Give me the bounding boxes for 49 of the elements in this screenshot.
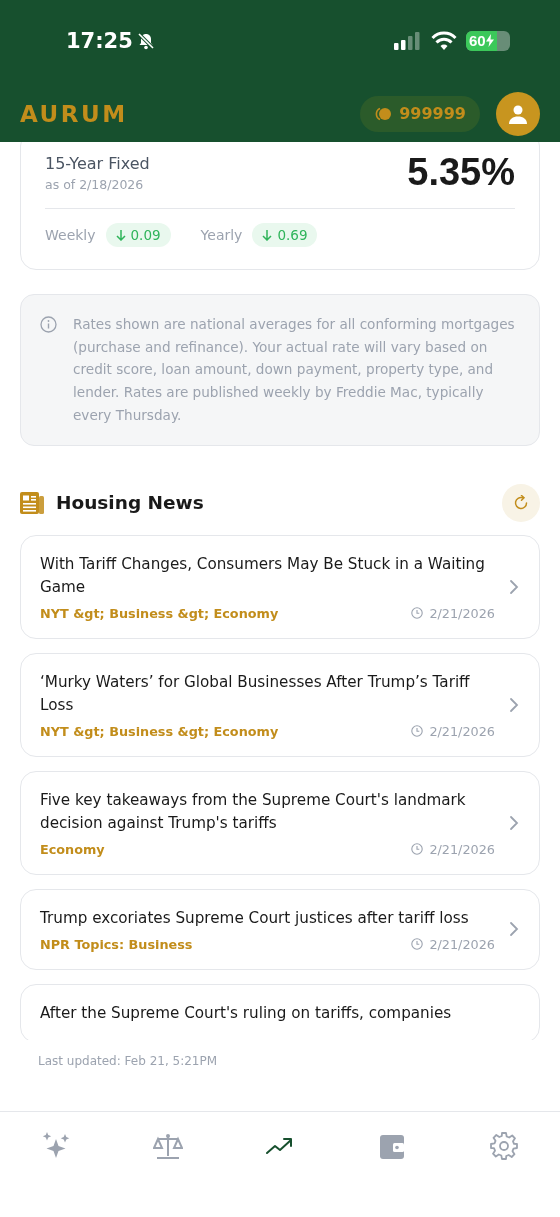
refresh-icon [513, 494, 529, 511]
change-badge: 0.69 [252, 223, 318, 247]
change-badge: 0.09 [105, 223, 171, 247]
clock-icon [411, 607, 424, 619]
change-label: Weekly [45, 227, 96, 243]
signal-icon [394, 31, 422, 50]
down-arrow-icon [115, 229, 126, 241]
section-title: Housing News [56, 492, 205, 513]
news-card[interactable]: Five key takeaways from the Supreme Court's landmark decision against Trump's tariffs Economy 2/21/2026 [20, 770, 540, 875]
news-date: 2/21/2026 [429, 723, 495, 739]
clock-icon [411, 843, 424, 855]
newspaper-icon [20, 491, 44, 514]
news-headline: With Tariff Changes, Consumers May Be Stuck in a Waiting Game [40, 553, 486, 598]
news-date: 2/21/2026 [429, 936, 495, 952]
clock-time: 17:25 [66, 28, 133, 53]
gear-icon [489, 1131, 519, 1161]
down-arrow-icon [262, 229, 273, 241]
news-headline: Trump excoriates Supreme Court justices after tariff loss [40, 907, 470, 929]
change-label: Yearly [200, 227, 243, 243]
news-headline: ‘Murky Waters’ for Global Businesses After Trump’s Tariff Loss [40, 671, 471, 716]
chevron-right-icon [509, 578, 519, 595]
info-text: Rates shown are national averages for all conforming mortgages (purchase and refinance). Your actual rate will vary based on credit score, loan amount, down payment, property type, and lender. Rates are published weekly by Freddie Mac, typically every Thursday. [73, 315, 516, 425]
news-date: 2/21/2026 [429, 605, 495, 621]
profile-button[interactable] [496, 91, 540, 136]
news-source: Economy [40, 841, 105, 857]
news-card[interactable]: Trump excoriates Supreme Court justices after tariff loss NPR Topics: Business 2/21/2026 [20, 888, 540, 970]
clock-icon [411, 725, 424, 737]
scales-icon [153, 1131, 183, 1161]
rate-title: 15-Year Fixed [45, 153, 150, 173]
news-source: NPR Topics: Business [40, 936, 193, 952]
news-card[interactable]: With Tariff Changes, Consumers May Be Stuck in a Waiting Game NYT &gt; Business &gt; Economy 2/21/2026 [20, 534, 540, 639]
info-icon [40, 316, 57, 333]
refresh-button[interactable] [502, 483, 540, 522]
rate-value: 5.35% [407, 151, 515, 194]
chevron-right-icon [509, 921, 519, 937]
chevron-right-icon [509, 814, 519, 831]
battery-icon: 60 [466, 30, 510, 51]
news-date: 2/21/2026 [429, 841, 495, 857]
last-updated-text: Last updated: Feb 21, 5:21PM [37, 1053, 219, 1068]
news-source: NYT &gt; Business &gt; Economy [40, 723, 279, 739]
news-headline: Five key takeaways from the Supreme Court's landmark decision against Trump's tariffs [40, 789, 467, 834]
news-card[interactable]: ‘Murky Waters’ for Global Businesses After Trump’s Tariff Loss NYT &gt; Business &gt; Economy 2/21/2026 [20, 652, 540, 757]
wifi-icon [431, 30, 457, 51]
app-logo: AURUM [20, 100, 128, 127]
news-headline: After the Supreme Court's ruling on tariffs, companies [40, 1002, 453, 1024]
chevron-right-icon [509, 696, 519, 713]
rate-date: as of 2/18/2026 [45, 176, 145, 192]
clock-icon [411, 938, 424, 950]
news-source: NYT &gt; Business &gt; Economy [40, 605, 279, 621]
